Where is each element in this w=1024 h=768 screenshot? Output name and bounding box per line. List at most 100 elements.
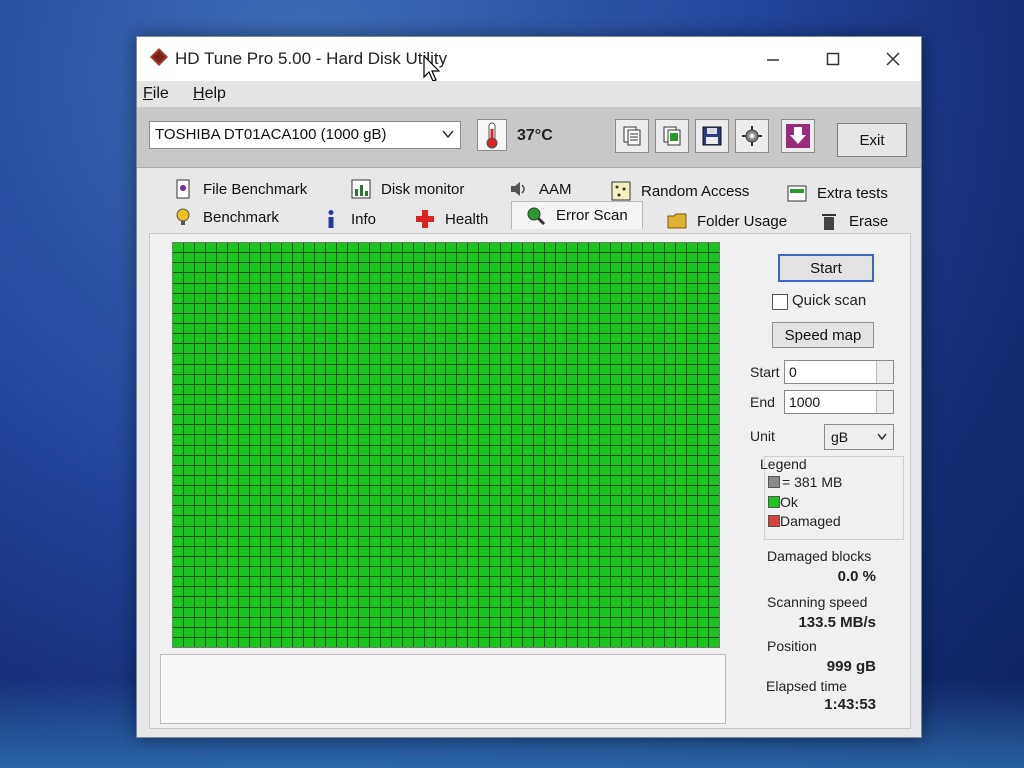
scan-block <box>315 546 326 556</box>
tab-benchmark[interactable]: Benchmark <box>173 203 279 231</box>
scan-block <box>566 597 577 607</box>
scan-block <box>490 324 501 334</box>
scan-block <box>665 516 676 526</box>
scan-block <box>588 536 599 546</box>
scan-block <box>457 486 468 496</box>
scan-block <box>194 516 205 526</box>
start-range-arrows[interactable] <box>876 361 893 383</box>
scan-block <box>479 253 490 263</box>
scan-block <box>501 313 512 323</box>
scan-block <box>380 475 391 485</box>
scan-block <box>282 293 293 303</box>
copy-info-button[interactable] <box>615 119 649 153</box>
scan-block <box>632 496 643 506</box>
scan-block <box>183 384 194 394</box>
scan-block <box>183 435 194 445</box>
scan-block <box>566 556 577 566</box>
scan-block <box>271 607 282 617</box>
scan-block <box>205 577 216 587</box>
copy-screen-button[interactable] <box>655 119 689 153</box>
scan-block <box>665 465 676 475</box>
end-range-arrows[interactable] <box>876 391 893 413</box>
start-scan-button[interactable]: Start <box>778 254 874 282</box>
tab-info[interactable]: Info <box>321 205 376 233</box>
scan-block <box>391 486 402 496</box>
unit-select[interactable]: gB <box>824 424 894 450</box>
scan-block <box>293 384 304 394</box>
options-button[interactable] <box>735 119 769 153</box>
menu-file[interactable]: File <box>143 85 169 103</box>
close-button[interactable] <box>871 45 915 73</box>
exit-button[interactable]: Exit <box>837 123 907 157</box>
scan-block <box>183 496 194 506</box>
scan-block <box>293 516 304 526</box>
tab-health[interactable]: Health <box>415 205 488 233</box>
tab-disk-monitor[interactable]: Disk monitor <box>351 175 464 203</box>
menu-help[interactable]: Help <box>193 85 226 103</box>
scan-block <box>315 384 326 394</box>
scan-block <box>490 506 501 516</box>
speed-map-button[interactable]: Speed map <box>772 322 874 348</box>
scan-block <box>271 496 282 506</box>
scan-block <box>544 425 555 435</box>
scan-block <box>249 455 260 465</box>
scan-block <box>566 253 577 263</box>
scan-block <box>194 243 205 253</box>
scan-block <box>479 344 490 354</box>
start-range-spinner[interactable]: 0 <box>784 360 894 384</box>
scan-block <box>238 354 249 364</box>
drive-select[interactable]: TOSHIBA DT01ACA100 (1000 gB) <box>149 121 461 149</box>
scan-block <box>413 465 424 475</box>
scan-block <box>523 567 534 577</box>
scan-block <box>588 415 599 425</box>
scan-block <box>369 334 380 344</box>
scan-block <box>632 556 643 566</box>
scan-block <box>183 556 194 566</box>
scan-block <box>238 607 249 617</box>
end-range-spinner[interactable]: 1000 <box>784 390 894 414</box>
scan-block <box>621 455 632 465</box>
scan-block <box>194 496 205 506</box>
download-button[interactable] <box>781 119 815 153</box>
scan-block <box>709 637 719 647</box>
tab-erase[interactable]: Erase <box>819 207 888 235</box>
scan-block <box>391 374 402 384</box>
tab-extra-tests[interactable]: Extra tests <box>787 179 888 207</box>
scan-block <box>577 405 588 415</box>
scan-block <box>249 587 260 597</box>
scan-block <box>457 465 468 475</box>
scan-block <box>621 627 632 637</box>
tab-error-scan[interactable]: Error Scan <box>511 201 643 229</box>
save-button[interactable] <box>695 119 729 153</box>
scan-block <box>282 516 293 526</box>
tab-folder-usage[interactable]: Folder Usage <box>667 207 787 235</box>
scan-block <box>227 607 238 617</box>
scan-block <box>534 486 544 496</box>
scan-block <box>643 617 654 627</box>
scan-block <box>490 597 501 607</box>
scan-block <box>490 303 501 313</box>
scan-block <box>337 354 348 364</box>
scan-block <box>304 415 315 425</box>
scan-block <box>457 394 468 404</box>
tab-aam[interactable]: AAM <box>509 175 572 203</box>
scan-block <box>566 324 577 334</box>
scan-block <box>643 486 654 496</box>
scan-block <box>577 435 588 445</box>
quick-scan-checkbox[interactable] <box>772 294 788 310</box>
minimize-button[interactable] <box>751 45 795 73</box>
speaker-icon <box>511 182 525 196</box>
scan-block <box>501 415 512 425</box>
maximize-button[interactable] <box>811 45 855 73</box>
scan-block <box>479 273 490 283</box>
scan-block <box>588 334 599 344</box>
scan-block <box>632 617 643 627</box>
scan-block <box>271 354 282 364</box>
scan-block <box>413 475 424 485</box>
tab-file-benchmark[interactable]: File Benchmark <box>173 175 307 203</box>
scan-block <box>479 536 490 546</box>
scan-block <box>348 455 358 465</box>
scan-block <box>282 364 293 374</box>
scan-block <box>413 627 424 637</box>
scan-block <box>490 567 501 577</box>
